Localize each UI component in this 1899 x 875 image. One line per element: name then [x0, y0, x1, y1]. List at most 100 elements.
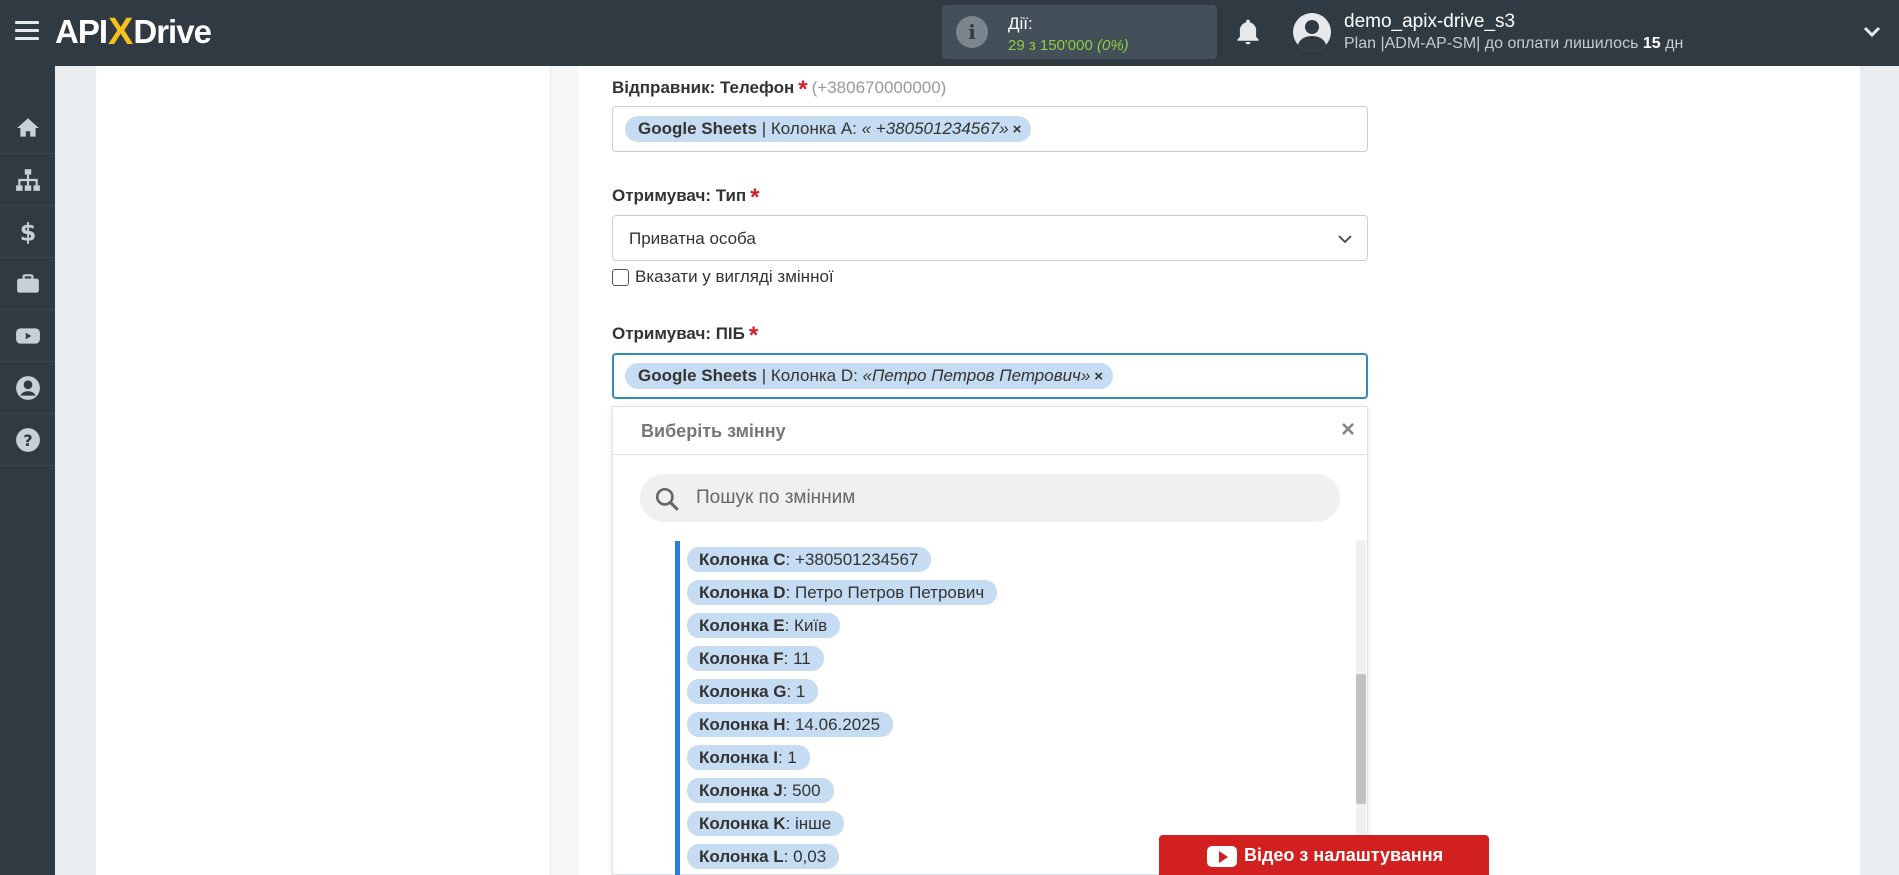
youtube-icon — [1207, 846, 1237, 867]
variable-value: : Київ — [784, 616, 828, 635]
variable-key: Колонка J — [699, 781, 783, 800]
variable-item[interactable]: Колонка I: 1 — [687, 745, 810, 770]
tag-value: «Петро Петров Петрович» — [862, 366, 1091, 385]
variable-value: : Петро Петров Петрович — [785, 583, 985, 602]
briefcase-icon — [16, 273, 39, 293]
sidebar-item-tools[interactable] — [0, 258, 55, 310]
scrollbar-thumb[interactable] — [1356, 674, 1366, 804]
variable-picker-dropdown: Виберіть змінну × Колонка C: +3805012345… — [612, 406, 1368, 875]
variable-key: Колонка C — [699, 550, 786, 569]
hamburger-menu-icon[interactable] — [15, 21, 39, 41]
variable-key: Колонка G — [699, 682, 787, 701]
variable-value: : 11 — [783, 649, 811, 668]
sender-phone-hint: (+380670000000) — [811, 78, 947, 97]
recipient-type-select[interactable]: Приватна особа — [612, 215, 1368, 261]
help-icon: ? — [15, 427, 40, 452]
sidebar-item-connections[interactable] — [0, 154, 55, 206]
sidebar-item-help[interactable]: ? — [0, 414, 55, 466]
variable-value: : 500 — [782, 781, 821, 800]
variable-value: : 14.06.2025 — [785, 715, 881, 734]
remove-tag-icon[interactable]: × — [1013, 121, 1022, 138]
apix-drive-logo[interactable]: API X Drive — [55, 10, 212, 54]
recipient-name-label: Отримувач: ПІБ * — [612, 322, 758, 350]
bell-icon[interactable] — [1233, 17, 1263, 47]
variable-key: Колонка E — [699, 616, 785, 635]
youtube-icon — [15, 327, 40, 344]
remove-tag-icon[interactable]: × — [1094, 368, 1103, 385]
variable-value: : 1 — [786, 682, 806, 701]
chevron-down-icon[interactable] — [1862, 22, 1882, 42]
recipient-type-label: Отримувач: Тип * — [612, 184, 760, 212]
actions-value: 29 з 150'000 (0%) — [1008, 37, 1129, 54]
plan-days: 15 — [1642, 35, 1661, 52]
variable-item[interactable]: Колонка C: +380501234567 — [687, 547, 932, 572]
variable-item[interactable]: Колонка D: Петро Петров Петрович — [687, 580, 998, 605]
variable-picker-header: Виберіть змінну × — [613, 407, 1367, 455]
variable-value: : інше — [785, 814, 832, 833]
user-avatar-icon[interactable] — [1293, 13, 1331, 51]
user-plan: Plan |ADM-AP-SM| до оплати лишилось 15 д… — [1344, 35, 1683, 53]
sidebar-item-videos[interactable] — [0, 310, 55, 362]
sender-phone-tag[interactable]: Google Sheets | Колонка A: « +3805012345… — [625, 116, 1032, 142]
dollar-icon: $ — [19, 219, 36, 245]
tag-source: Google Sheets — [638, 119, 758, 138]
logo-api-text: API — [55, 13, 108, 50]
variable-item[interactable]: Колонка H: 14.06.2025 — [687, 712, 894, 737]
svg-text:$: $ — [19, 219, 36, 245]
required-marker: * — [748, 322, 759, 349]
actions-count: 29 з 150'000 — [1008, 37, 1093, 54]
variable-value: : 0,03 — [783, 847, 827, 866]
as-variable-checkbox-label: Вказати у вигляді змінної — [635, 267, 834, 286]
variable-search-input[interactable] — [696, 484, 1316, 512]
recipient-name-tag[interactable]: Google Sheets | Колонка D: «Петро Петров… — [625, 363, 1114, 389]
close-icon[interactable]: × — [1341, 418, 1355, 442]
user-name[interactable]: demo_apix-drive_s3 — [1344, 11, 1515, 33]
recipient-name-label-text: Отримувач: ПІБ — [612, 324, 745, 343]
as-variable-checkbox-row[interactable]: Вказати у вигляді змінної — [612, 267, 834, 287]
variable-list: Колонка C: +380501234567 Колонка D: Петро… — [675, 541, 1285, 875]
plan-prefix: Plan |ADM-AP-SM| до оплати лишилось — [1344, 35, 1639, 52]
variable-item[interactable]: Колонка L: 0,03 — [687, 844, 840, 869]
tag-value: « +380501234567» — [861, 119, 1009, 138]
recipient-name-field[interactable]: Google Sheets | Колонка D: «Петро Петров… — [612, 353, 1368, 399]
plan-suffix: дн — [1665, 35, 1684, 52]
logo-x-text: X — [108, 10, 133, 53]
variable-value: : +380501234567 — [785, 550, 919, 569]
sender-phone-field[interactable]: Google Sheets | Колонка A: « +3805012345… — [612, 106, 1368, 152]
sidebar-item-billing[interactable]: $ — [0, 206, 55, 258]
tag-source: Google Sheets — [638, 366, 758, 385]
chevron-down-icon — [1338, 235, 1352, 244]
content-gutter — [550, 66, 578, 875]
variable-item[interactable]: Колонка G: 1 — [687, 679, 819, 704]
tag-column: | Колонка A: — [757, 119, 862, 138]
sender-phone-label-text: Відправник: Телефон — [612, 78, 795, 97]
variable-key: Колонка D — [699, 583, 786, 602]
sitemap-icon — [15, 168, 40, 191]
video-tutorial-label: Відео з налаштування — [1244, 845, 1444, 865]
variable-item[interactable]: Колонка E: Київ — [687, 613, 841, 638]
required-marker: * — [798, 76, 808, 103]
variable-key: Колонка L — [699, 847, 784, 866]
logo-drive-text: Drive — [133, 13, 212, 50]
sidebar-item-home[interactable] — [0, 102, 55, 154]
variable-item[interactable]: Колонка J: 500 — [687, 778, 834, 803]
video-tutorial-button[interactable]: Відео з налаштування — [1159, 835, 1489, 875]
variable-list-scrollbar[interactable] — [1356, 540, 1366, 875]
variable-item[interactable]: Колонка K: інше — [687, 811, 845, 836]
variable-item[interactable]: Колонка F: 11 — [687, 646, 824, 671]
variable-search-box[interactable] — [640, 474, 1340, 522]
info-icon: i — [956, 16, 988, 48]
actions-percent: (0%) — [1097, 37, 1129, 54]
actions-label: Дії: — [1008, 14, 1033, 33]
tag-column: | Колонка D: — [757, 366, 863, 385]
svg-text:?: ? — [23, 430, 32, 449]
sidebar-item-account[interactable] — [0, 362, 55, 414]
top-bar: API X Drive i Дії: 29 з 150'000 (0%) demo_… — [0, 0, 1899, 66]
variable-value: : 1 — [777, 748, 797, 767]
user-icon — [15, 375, 40, 400]
actions-counter[interactable]: i Дії: 29 з 150'000 (0%) — [942, 5, 1217, 59]
variable-key: Колонка K — [699, 814, 786, 833]
as-variable-checkbox[interactable] — [612, 268, 629, 286]
search-icon — [655, 487, 679, 511]
variable-key: Колонка F — [699, 649, 784, 668]
